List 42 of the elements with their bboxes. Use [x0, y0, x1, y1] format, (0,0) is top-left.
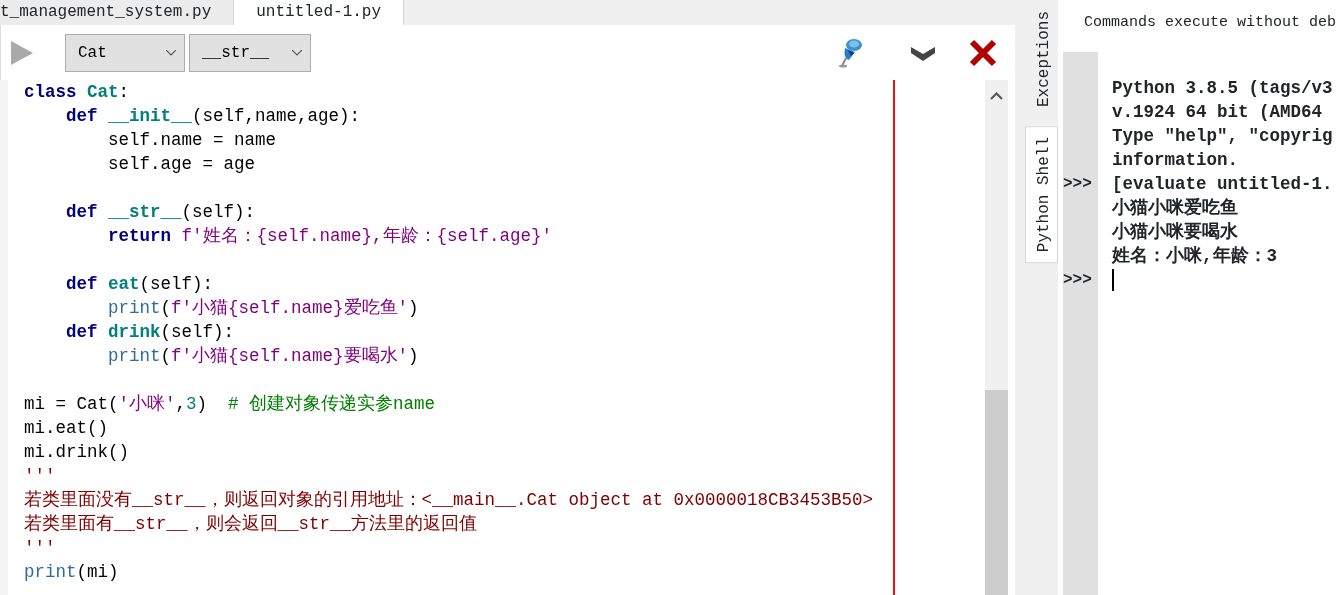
code-line: mi = Cat('小咪',3) # 创建对象传递实参name [24, 393, 437, 416]
dropdown[interactable]: Cat [65, 33, 185, 72]
shell-prompt: >>> [1063, 174, 1093, 195]
code-line: mi.eat() [24, 417, 109, 440]
code-line: def drink(self): [65, 321, 236, 344]
code-line: class Cat: [24, 81, 131, 104]
editor-tab[interactable]: untitled-1.py [234, 0, 405, 25]
dropdown[interactable]: __str__ [189, 33, 311, 72]
code-line: ''' [24, 537, 57, 560]
code-line: def __init__(self,name,age): [65, 105, 362, 128]
shell-output: [evaluate untitled-1. [1112, 174, 1333, 194]
code-line: def eat(self): [65, 273, 215, 296]
code-line: self.age = age [107, 153, 257, 176]
pushpin-icon[interactable] [837, 37, 863, 68]
code-line: ''' [24, 465, 57, 488]
code-line: mi.drink() [24, 441, 131, 464]
shell-output: v.1924 64 bit (AMD64 [1112, 102, 1323, 122]
shell-output: information. [1112, 150, 1239, 170]
code-line: print(f'小猫{self.name}要喝水') [107, 345, 420, 368]
close-icon[interactable] [969, 38, 997, 67]
shell-output: Type "help", "copyrig [1112, 126, 1333, 146]
shell-output: 小猫小咪要喝水 [1112, 222, 1238, 242]
code-line: 若类里面没有__str__，则返回对象的引用地址：<__main__.Cat object at 0x0000018CB3453B50> [24, 489, 875, 512]
shell-output: Python 3.8.5 (tags/v3 [1112, 78, 1333, 98]
caret-icon [166, 49, 176, 56]
scrollbar[interactable] [985, 80, 1008, 595]
code-line: 若类里面有__str__，则会返回__str__方法里的返回值 [24, 513, 479, 536]
shell-prompt: >>> [1063, 270, 1093, 291]
shell-output: 姓名：小咪,年龄：3 [1112, 246, 1277, 266]
scroll-thumb[interactable] [985, 390, 1008, 595]
code-line: print(f'小猫{self.name}爱吃鱼') [107, 297, 420, 320]
caret-icon [292, 49, 302, 56]
code-line: self.name = name [107, 129, 278, 152]
scroll-up-icon[interactable] [990, 92, 1003, 100]
editor-tab[interactable]: t_management_system.py [0, 0, 235, 25]
code-line: print(mi) [24, 561, 120, 584]
chevron-down-icon[interactable] [911, 44, 935, 61]
code-line: return f'姓名：{self.name},年龄：{self.age}' [107, 225, 554, 248]
code-line: def __str__(self): [65, 201, 257, 224]
shell-notice: Commands execute without deb [1083, 13, 1337, 33]
shell-output: 小猫小咪爱吃鱼 [1112, 198, 1238, 218]
side-tab[interactable]: Python Shell [1025, 126, 1058, 264]
